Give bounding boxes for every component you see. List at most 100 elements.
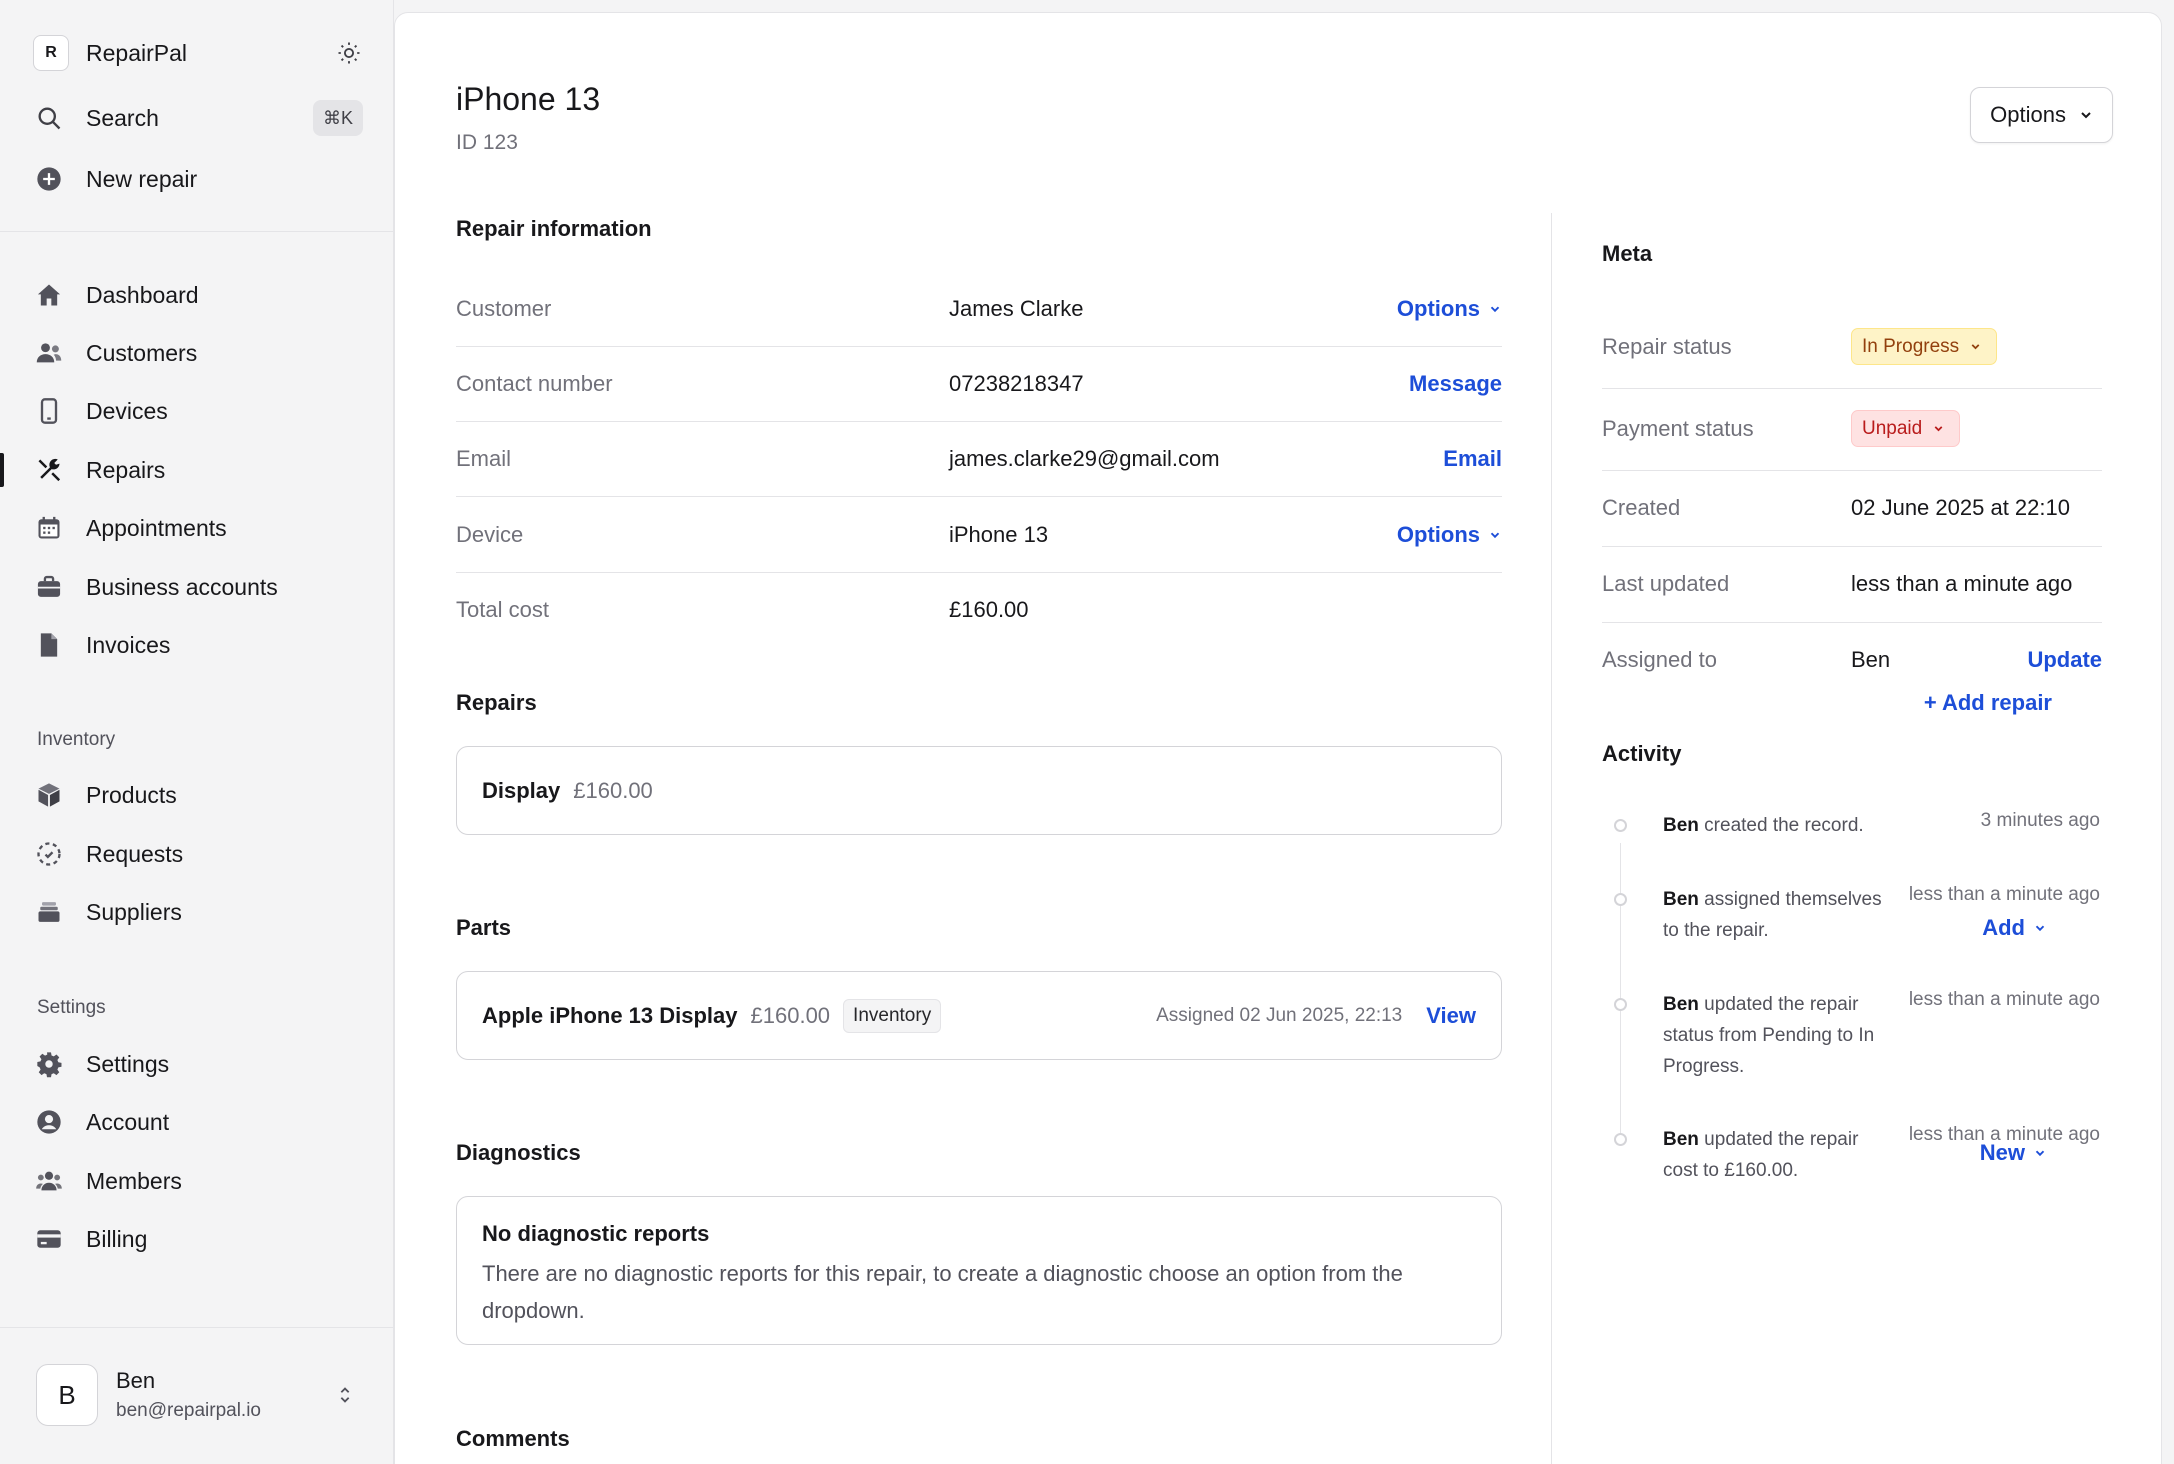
created-value: 02 June 2025 at 22:10: [1851, 495, 2070, 520]
comments-title: Comments: [456, 1426, 570, 1451]
sidebar-item-suppliers[interactable]: Suppliers: [33, 892, 363, 932]
activity-time: less than a minute ago: [1908, 1124, 2100, 1145]
meta-key: Assigned to: [1602, 647, 1717, 672]
sidebar-item-account[interactable]: Account: [33, 1102, 363, 1142]
sidebar-footer-divider: [0, 1327, 394, 1328]
activity-title: Activity: [1602, 741, 1682, 766]
sidebar-item-billing[interactable]: Billing: [33, 1219, 363, 1259]
settings-section-label: Settings: [37, 997, 106, 1018]
info-value: 07238218347: [949, 371, 1084, 396]
brand[interactable]: R RepairPal: [33, 35, 363, 71]
sidebar-item-members[interactable]: Members: [33, 1161, 363, 1201]
part-assigned-date: Assigned 02 Jun 2025, 22:13: [1156, 1004, 1403, 1026]
info-value: james.clarke29@gmail.com: [949, 446, 1220, 471]
new-repair-button[interactable]: New repair: [33, 159, 363, 199]
search-label: Search: [86, 104, 159, 131]
sun-icon[interactable]: [335, 39, 363, 67]
sidebar-item-invoices[interactable]: Invoices: [33, 625, 363, 665]
plus-circle-icon: [33, 163, 65, 195]
sidebar-item-label: Dashboard: [86, 281, 199, 308]
meta-row-repair-status: Repair status In Progress: [1602, 307, 2102, 389]
sidebar-item-label: Customers: [86, 339, 198, 366]
chevron-down-icon: [1934, 426, 1943, 432]
inventory-badge: Inventory: [843, 998, 942, 1033]
add-label: Add: [1982, 915, 2025, 940]
meta-key: Created: [1602, 495, 1681, 520]
chevron-down-icon: [1490, 306, 1500, 313]
activity-item: Ben updated the repair status from Pendi…: [1663, 989, 1895, 1082]
activity-item: Ben updated the repair cost to £160.00.: [1663, 1124, 1895, 1186]
email-link[interactable]: Email: [1443, 446, 1502, 472]
timeline-line: [1620, 843, 1621, 1133]
part-item-card: Apple iPhone 13 Display £160.00 Inventor…: [456, 971, 1502, 1060]
sidebar-item-label: Settings: [86, 1050, 170, 1077]
update-assignee-link[interactable]: Update: [2027, 647, 2102, 673]
sidebar-item-label: Suppliers: [86, 898, 182, 925]
sidebar-item-label: Invoices: [86, 631, 171, 658]
info-row-device: Device iPhone 13 Options: [456, 498, 1502, 573]
payment-status-value: Unpaid: [1862, 417, 1923, 439]
wrench-icon: [33, 454, 65, 486]
sidebar-item-requests[interactable]: Requests: [33, 834, 363, 874]
dashed-circle-icon: [33, 838, 65, 870]
sidebar-item-settings[interactable]: Settings: [33, 1044, 363, 1084]
sidebar-item-appointments[interactable]: Appointments: [33, 508, 363, 548]
options-label: Options: [1990, 102, 2066, 127]
credit-card-icon: [33, 1223, 65, 1255]
view-part-link[interactable]: View: [1426, 1003, 1476, 1029]
sidebar-item-repairs[interactable]: Repairs: [33, 450, 363, 490]
info-row-contact: Contact number 07238218347 Message: [456, 347, 1502, 422]
search-shortcut: ⌘K: [312, 100, 363, 136]
gear-icon: [33, 1048, 65, 1080]
activity-description: created the record.: [1698, 815, 1864, 836]
sidebar-item-business-accounts[interactable]: Business accounts: [33, 567, 363, 607]
sidebar-item-dashboard[interactable]: Dashboard: [33, 275, 363, 315]
sidebar-item-label: Devices: [86, 397, 168, 424]
timeline-dot: [1614, 819, 1627, 832]
repair-item-card[interactable]: Display £160.00: [456, 746, 1502, 835]
customer-options-button[interactable]: Options: [1397, 296, 1502, 322]
document-icon: [33, 629, 65, 661]
list-item: Apple iPhone 13 Display £160.00 Inventor…: [482, 972, 942, 1059]
diagnostics-empty-state: No diagnostic reports There are no diagn…: [456, 1196, 1502, 1345]
options-button[interactable]: Options: [1970, 87, 2113, 143]
user-email: ben@repairpal.io: [116, 1400, 261, 1421]
brand-name: RepairPal: [86, 39, 187, 66]
empty-state-title: No diagnostic reports: [482, 1221, 710, 1246]
active-indicator: [0, 453, 4, 487]
message-link[interactable]: Message: [1409, 371, 1502, 397]
empty-state-description: There are no diagnostic reports for this…: [482, 1261, 1403, 1323]
add-part-button[interactable]: Add: [1982, 915, 2047, 941]
calendar-icon: [33, 512, 65, 544]
user-menu[interactable]: B Ben ben@repairpal.io: [36, 1363, 366, 1427]
new-repair-label: New repair: [86, 165, 198, 192]
repair-status-value: In Progress: [1862, 335, 1960, 357]
timeline-dot: [1614, 998, 1627, 1011]
sidebar: R RepairPal Search ⌘K New repair Dashboa…: [0, 0, 394, 1464]
updated-value: less than a minute ago: [1851, 571, 2073, 596]
action-label: Options: [1396, 296, 1480, 321]
stack-icon: [33, 896, 65, 928]
repair-price: £160.00: [573, 777, 653, 803]
sidebar-item-customers[interactable]: Customers: [33, 333, 363, 373]
info-key: Customer: [456, 296, 552, 321]
inventory-section-label: Inventory: [37, 729, 116, 750]
activity-actor: Ben: [1663, 994, 1699, 1015]
search-button[interactable]: Search ⌘K: [33, 98, 363, 138]
payment-status-badge[interactable]: Unpaid: [1851, 410, 1961, 447]
chevron-down-icon: [1490, 532, 1500, 539]
sidebar-item-label: Billing: [86, 1225, 148, 1252]
sidebar-item-devices[interactable]: Devices: [33, 391, 363, 431]
activity-time: less than a minute ago: [1908, 884, 2100, 905]
cube-icon: [33, 779, 65, 811]
device-options-button[interactable]: Options: [1397, 522, 1502, 548]
repair-status-badge[interactable]: In Progress: [1851, 328, 1998, 365]
sidebar-item-products[interactable]: Products: [33, 775, 363, 815]
part-name: Apple iPhone 13 Display: [482, 1002, 738, 1028]
part-meta: Assigned 02 Jun 2025, 22:13 View: [1156, 972, 1476, 1059]
chevron-down-icon: [1971, 344, 1980, 350]
meta-row-created: Created 02 June 2025 at 22:10: [1602, 471, 2102, 547]
sidebar-item-label: Appointments: [86, 514, 227, 541]
home-icon: [33, 279, 65, 311]
user-circle-icon: [33, 1106, 65, 1138]
